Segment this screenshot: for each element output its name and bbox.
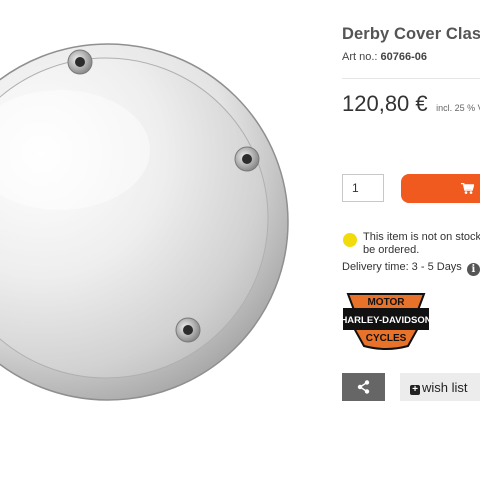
divider <box>342 78 480 79</box>
quantity-input[interactable] <box>342 174 384 202</box>
add-to-cart-button[interactable] <box>401 174 480 203</box>
wish-list-button[interactable]: + wish list <box>400 373 480 401</box>
shopping-cart-icon <box>461 183 474 194</box>
article-number: Art no.: 60766-06 <box>342 51 427 63</box>
stock-status-dot <box>343 233 357 247</box>
delivery-time: Delivery time: 3 - 5 Days i <box>342 261 480 276</box>
article-number-label: Art no.: <box>342 51 378 63</box>
share-button[interactable] <box>342 373 385 401</box>
product-image[interactable] <box>0 0 330 480</box>
product-title: Derby Cover Classic <box>342 25 480 43</box>
product-info-panel: Derby Cover Classic Art no.: 60766-06 12… <box>342 0 480 480</box>
price-block: 120,80 € incl. 25 % VAT <box>342 91 480 117</box>
share-icon <box>357 380 370 394</box>
info-icon[interactable]: i <box>466 263 480 276</box>
svg-text:MOTOR: MOTOR <box>367 297 405 308</box>
plus-icon: + <box>410 384 420 395</box>
delivery-time-text: Delivery time: 3 - 5 Days <box>342 261 462 273</box>
price: 120,80 € <box>342 91 428 116</box>
harley-davidson-logo[interactable]: MOTOR HARLEY-DAVIDSON CYCLES <box>342 288 432 350</box>
svg-text:HARLEY-DAVIDSON: HARLEY-DAVIDSON <box>342 315 430 326</box>
stock-status-text: This item is not on stock but can be ord… <box>363 231 480 256</box>
wish-list-label: wish list <box>422 379 468 395</box>
vat-note: incl. 25 % VAT <box>436 103 480 113</box>
article-number-value: 60766-06 <box>380 51 428 63</box>
svg-text:CYCLES: CYCLES <box>366 333 407 344</box>
